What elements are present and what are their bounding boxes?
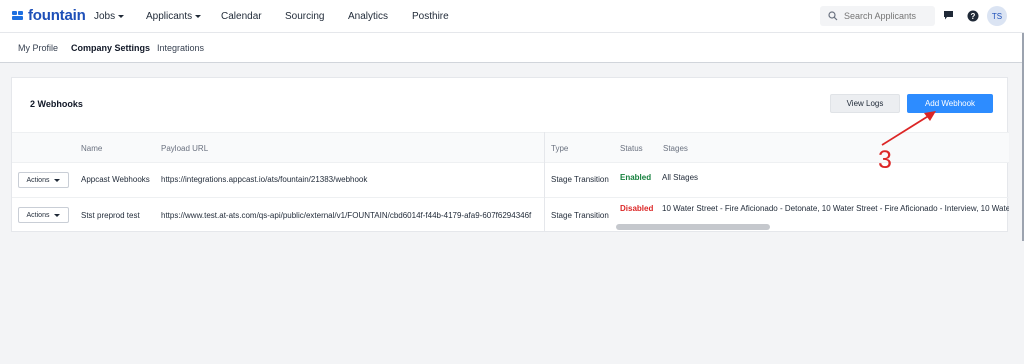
nav-sourcing-label: Sourcing <box>285 11 325 22</box>
actions-dropdown[interactable]: Actions <box>18 172 69 188</box>
tab-my-profile[interactable]: My Profile <box>18 43 58 53</box>
nav-sourcing[interactable]: Sourcing <box>285 11 324 22</box>
webhook-type: Stage Transition <box>551 211 609 220</box>
webhook-name: Appcast Webhooks <box>81 175 150 184</box>
status-badge: Disabled <box>620 204 654 213</box>
nav-posthire-label: Posthire <box>412 11 449 22</box>
annotation-arrow-icon <box>881 111 936 146</box>
search-icon <box>828 11 838 21</box>
svg-text:?: ? <box>970 12 975 21</box>
actions-dropdown[interactable]: Actions <box>18 207 69 223</box>
column-name: Name <box>81 144 103 153</box>
nav-calendar-label: Calendar <box>221 11 262 22</box>
tab-company-settings[interactable]: Company Settings <box>71 43 150 53</box>
fountain-logo-icon <box>12 10 24 21</box>
chevron-down-icon <box>54 213 61 217</box>
column-stages: Stages <box>663 144 688 153</box>
avatar[interactable]: TS <box>987 6 1007 26</box>
help-icon[interactable]: ? <box>966 9 979 22</box>
webhook-url: https://www.test.at-ats.com/qs-api/publi… <box>161 211 532 220</box>
webhooks-card: 2 Webhooks View Logs Add Webhook Name Pa… <box>11 77 1009 232</box>
actions-label: Actions <box>26 211 50 219</box>
chevron-down-icon <box>54 178 61 182</box>
nav-applicants[interactable]: Applicants <box>146 11 202 22</box>
nav-jobs[interactable]: Jobs <box>94 11 125 22</box>
column-payload-url: Payload URL <box>161 144 209 153</box>
nav-analytics-label: Analytics <box>348 11 389 22</box>
fountain-logo[interactable]: fountain <box>12 7 86 24</box>
brand-name: fountain <box>28 7 86 24</box>
table-header: Name Payload URL Type Status Stages <box>12 132 1009 162</box>
webhook-stages: 10 Water Street - Fire Aficionado - Deto… <box>662 204 1009 213</box>
chevron-down-icon <box>195 15 202 18</box>
nav-applicants-label: Applicants <box>146 11 193 22</box>
search-box[interactable] <box>820 6 935 26</box>
webhook-url: https://integrations.appcast.io/ats/foun… <box>161 175 368 184</box>
webhook-stages-text: All Stages <box>662 173 699 182</box>
settings-subnav: My Profile Company Settings Integrations <box>0 33 1024 63</box>
nav-analytics[interactable]: Analytics <box>348 11 388 22</box>
table-row: Actions Stst preprod test https://www.te… <box>12 197 1009 232</box>
nav-posthire[interactable]: Posthire <box>412 11 449 22</box>
horizontal-scrollbar[interactable] <box>616 224 770 230</box>
column-type: Type <box>551 144 569 153</box>
webhook-type: Stage Transition <box>551 175 609 184</box>
webhook-name: Stst preprod test <box>81 211 140 220</box>
webhook-url-clip: https://www.test.at-ats.com/qs-api/publi… <box>161 211 541 220</box>
column-status: Status <box>620 144 643 153</box>
annotation-step-number: 3 <box>878 146 892 174</box>
column-divider <box>544 132 545 232</box>
search-input[interactable] <box>844 11 934 21</box>
table-row: Actions Appcast Webhooks https://integra… <box>12 162 1009 197</box>
nav-jobs-label: Jobs <box>94 11 116 22</box>
actions-label: Actions <box>26 176 50 184</box>
tab-integrations[interactable]: Integrations <box>157 43 204 53</box>
status-badge: Enabled <box>620 173 652 182</box>
webhooks-count-title: 2 Webhooks <box>30 99 83 109</box>
webhook-stages: All Stages <box>662 173 1009 182</box>
nav-calendar[interactable]: Calendar <box>221 11 262 22</box>
webhook-stages-text: 10 Water Street - Fire Aficionado - Deto… <box>662 204 1009 213</box>
chat-icon[interactable] <box>942 9 955 22</box>
top-navbar: fountain Jobs Applicants Calendar Sourci… <box>0 0 1024 33</box>
chevron-down-icon <box>118 15 125 18</box>
